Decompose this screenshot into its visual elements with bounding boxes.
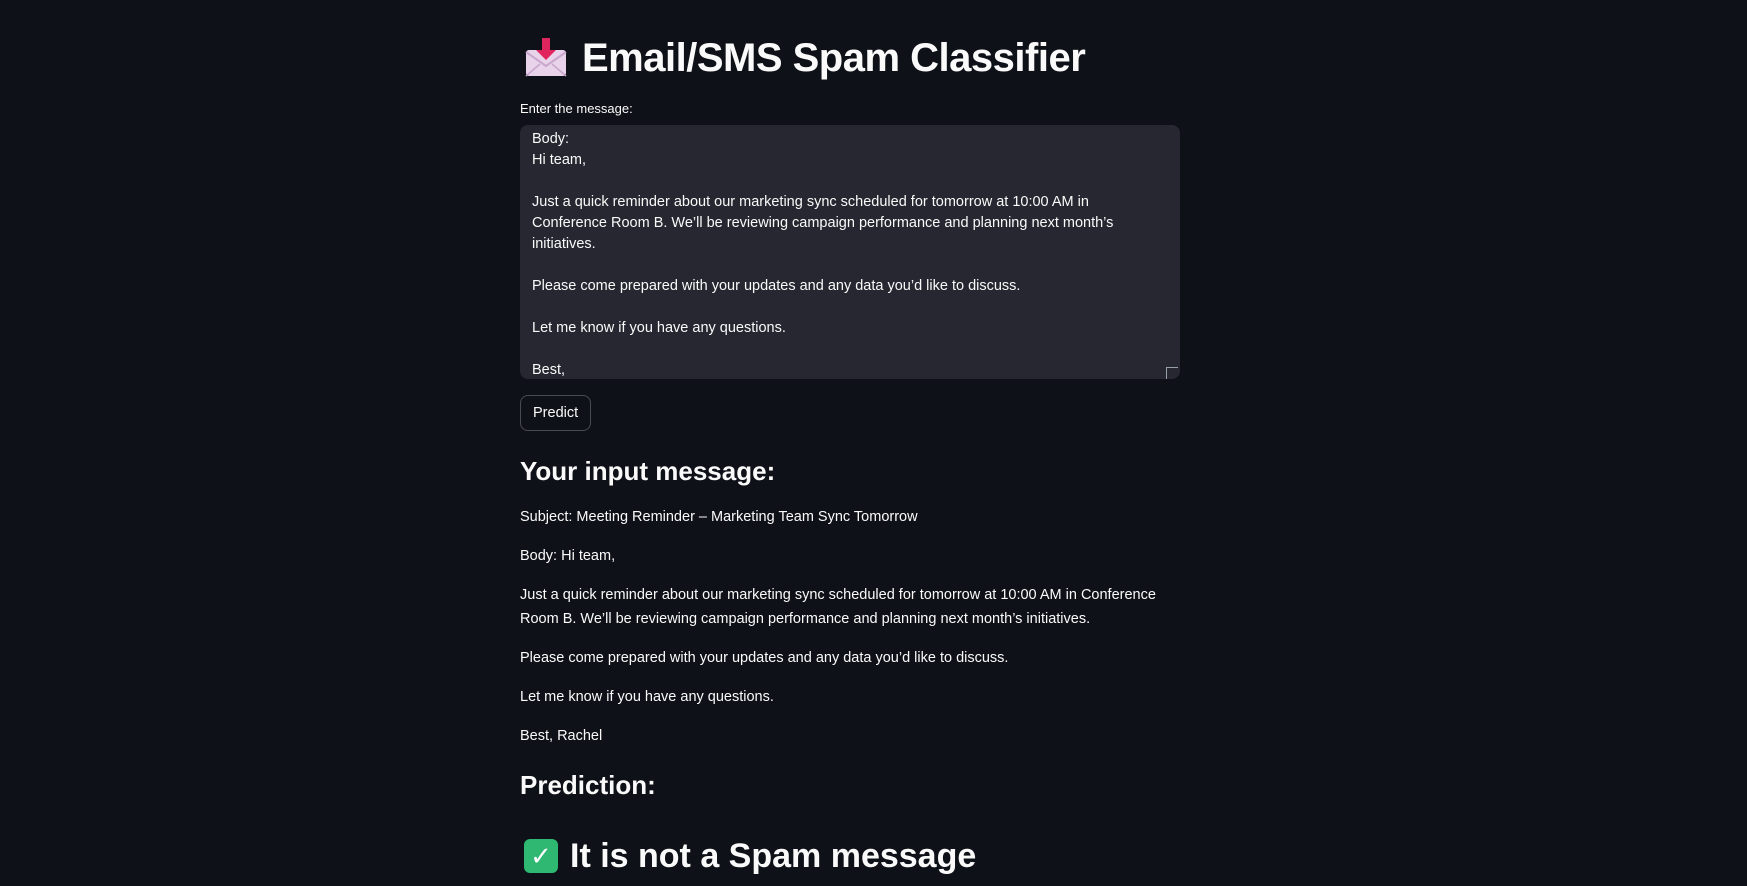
textarea-line [532, 171, 1156, 192]
page-title: Email/SMS Spam Classifier [524, 33, 1086, 83]
input-message-paragraph: Best, Rachel [520, 728, 603, 744]
input-message-heading: Your input message: [520, 456, 776, 486]
input-message-paragraph: Just a quick reminder about our marketin… [520, 587, 1156, 627]
resize-handle-icon[interactable] [1166, 367, 1178, 379]
textarea-line: Body: [532, 131, 570, 147]
textarea-line: Hi team, [532, 152, 586, 168]
input-message-paragraph: Let me know if you have any questions. [520, 689, 774, 705]
predict-button[interactable]: Predict [520, 395, 592, 431]
input-message-body: Subject: Meeting Reminder – Marketing Te… [520, 505, 1180, 763]
message-textarea[interactable]: Body: Hi team, Just a quick reminder about… [520, 125, 1180, 379]
message-input-label: Enter the message: [520, 101, 633, 116]
textarea-line [532, 339, 1156, 360]
textarea-line: Let me know if you have any questions. [532, 320, 786, 336]
message-textarea-text[interactable]: Body: Hi team, Just a quick reminder about… [532, 129, 1156, 379]
textarea-line [532, 297, 1156, 318]
input-message-paragraph: Body: Hi team, [520, 548, 616, 564]
textarea-line [532, 255, 1156, 276]
prediction-result-text: It is not a Spam message [570, 836, 977, 875]
app-title: Email/SMS Spam Classifier [582, 35, 1086, 80]
textarea-line: Best, [532, 362, 566, 378]
inbox-tray-icon [524, 38, 568, 78]
prediction-result: ✓ It is not a Spam message [524, 836, 976, 876]
check-mark-icon: ✓ [524, 839, 558, 873]
textarea-line: Please come prepared with your updates a… [532, 278, 1021, 294]
input-message-paragraph: Please come prepared with your updates a… [520, 650, 1009, 666]
input-message-paragraph: Subject: Meeting Reminder – Marketing Te… [520, 509, 918, 525]
textarea-line: Just a quick reminder about our marketin… [532, 194, 1114, 252]
prediction-heading: Prediction: [520, 770, 656, 800]
